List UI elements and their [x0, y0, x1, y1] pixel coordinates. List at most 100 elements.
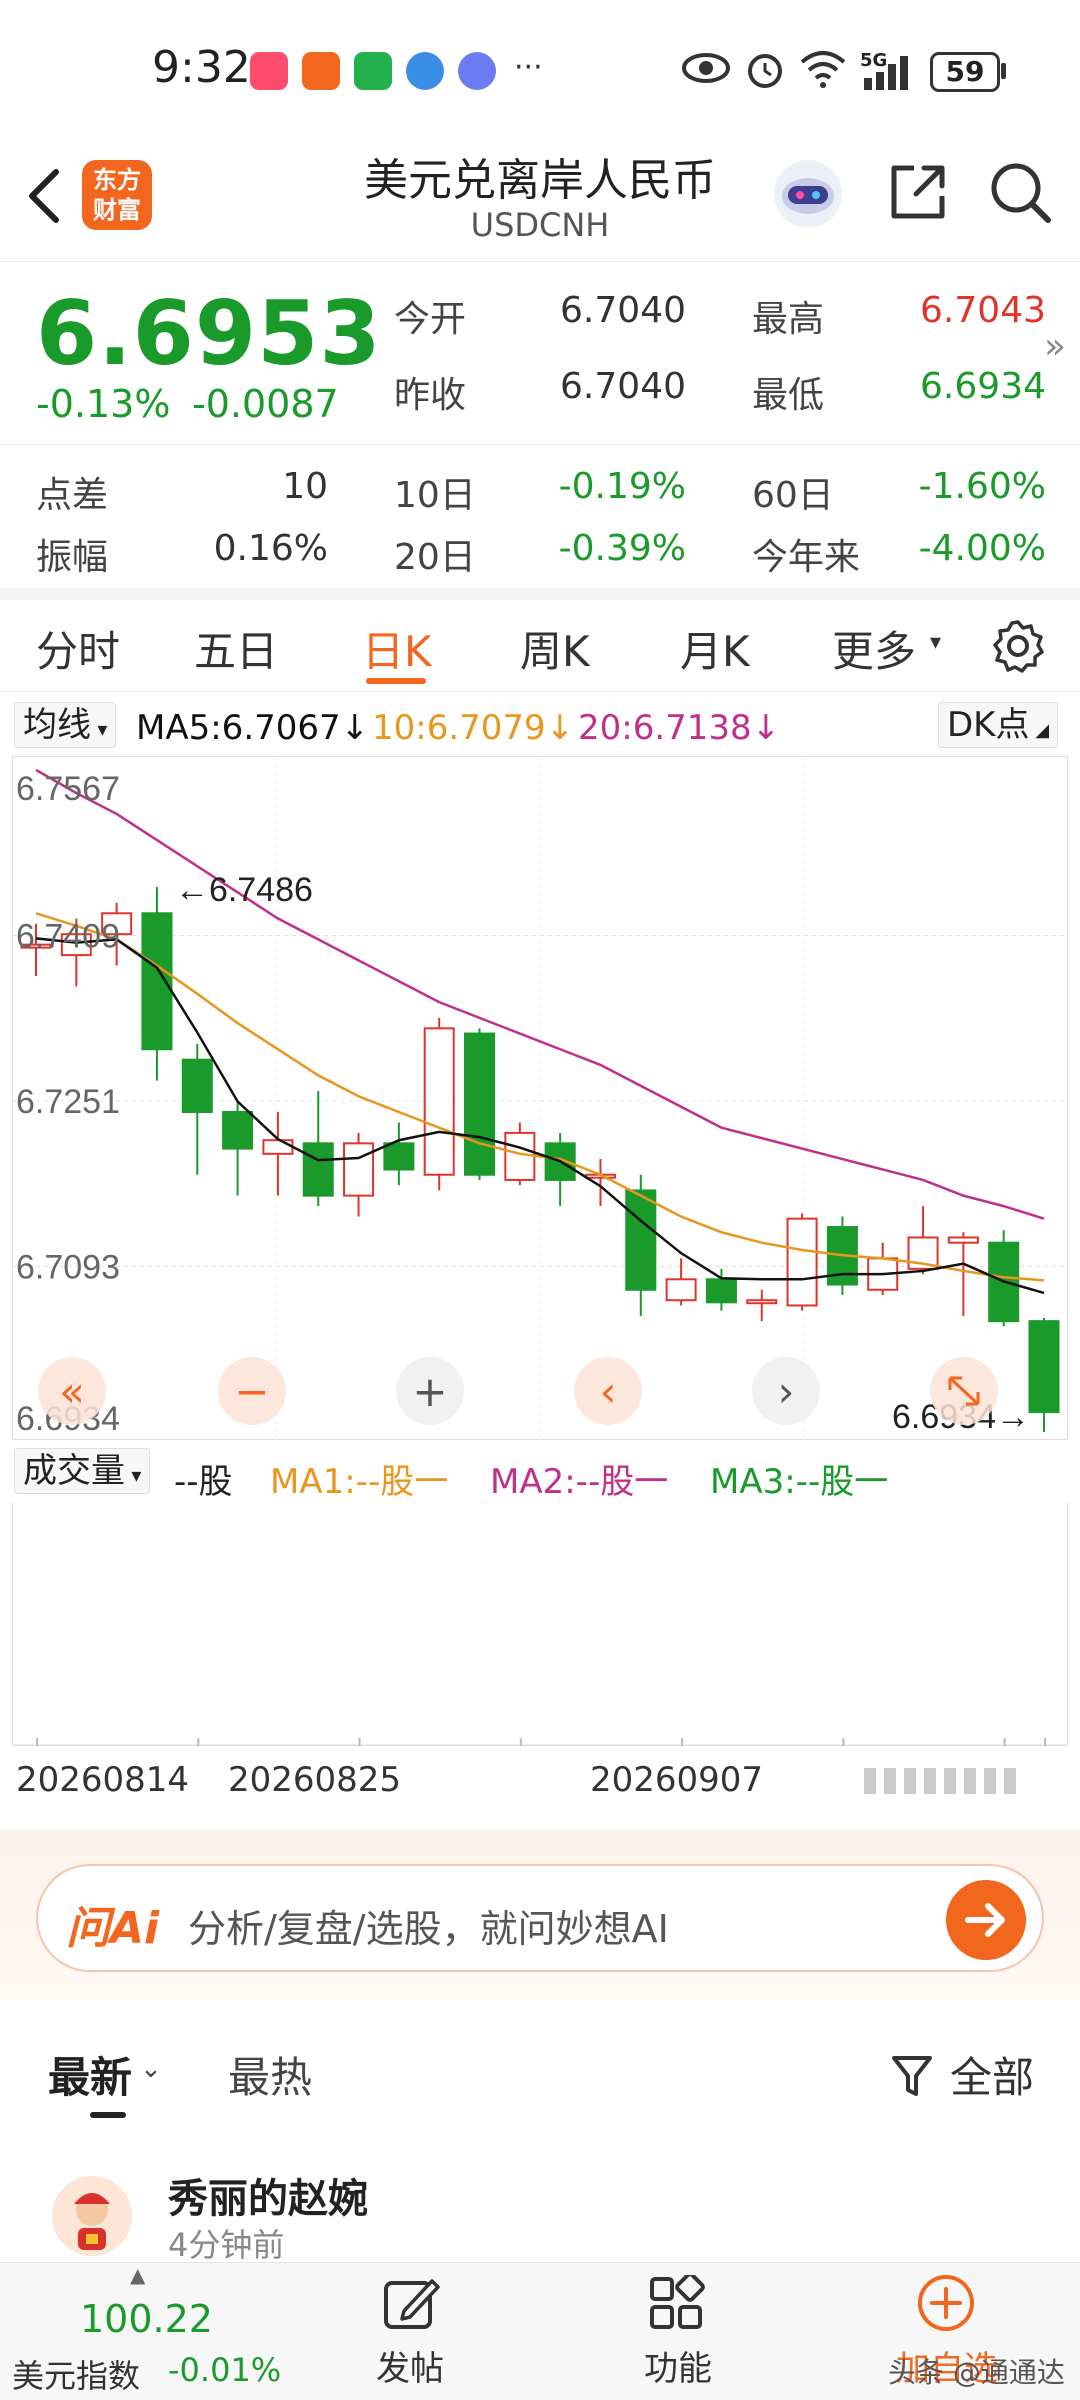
compose-icon[interactable] — [382, 2275, 440, 2333]
nav-function[interactable]: 功能 — [644, 2341, 712, 2390]
volume-chart-area — [12, 1502, 1068, 1746]
more-notifications-icon: ··· — [514, 50, 543, 85]
low-value: 6.6934 — [920, 366, 1046, 407]
post-author[interactable]: 秀丽的赵婉 — [168, 2166, 368, 2224]
battery-tip — [1001, 63, 1006, 79]
ma10-label: 10:6.7079↓ — [372, 708, 574, 748]
tab-weekly-k[interactable]: 周K — [520, 618, 590, 679]
post-item[interactable]: 秀丽的赵婉 4分钟前 — [0, 2150, 1080, 2264]
ai-placeholder: 分析/复盘/选股，就问妙想AI — [188, 1907, 669, 1951]
last-price: 6.6953 — [36, 282, 382, 385]
volume-selector[interactable]: 成交量 ▾ — [14, 1448, 151, 1494]
quote-separator — [0, 444, 1080, 445]
ai-logo: 问Ai — [66, 1903, 160, 1954]
candle-up — [504, 1131, 536, 1181]
tab-five-day[interactable]: 五日 — [194, 618, 278, 679]
open-label: 今开 — [394, 299, 467, 340]
scroll-indicator-icon — [864, 1768, 1016, 1794]
ma10-value: 10:6.7079 — [372, 708, 546, 748]
chart-control-glyph: + — [412, 1367, 447, 1416]
ma-selector-label: 均线 — [23, 705, 91, 745]
filter-all[interactable]: 全部 — [950, 2044, 1034, 2105]
volume-ma3: MA3:--股一 — [710, 1462, 889, 1502]
ai-search-input[interactable]: 问Ai 分析/复盘/选股，就问妙想AI — [36, 1864, 1044, 1972]
dk-point-button[interactable]: DK点 ◢ — [938, 702, 1059, 748]
status-bar: 9:32 ··· 5G 59 — [0, 0, 1080, 130]
tab-intraday[interactable]: 分时 — [36, 618, 120, 679]
nav-post[interactable]: 发帖 — [376, 2341, 444, 2390]
amplitude-value: 0.16% — [213, 528, 328, 569]
chart-control-glyph: ‹ — [600, 1367, 617, 1416]
bottom-nav: ▲ 100.22 美元指数 -0.01% 发帖 功能 加自选 头条 @通通达 — [0, 2262, 1080, 2400]
index-value[interactable]: 100.22 — [80, 2297, 213, 2341]
settings-gear-icon[interactable] — [990, 618, 1046, 674]
chart-frame — [12, 756, 1068, 1440]
change-percent: -0.13% — [36, 382, 171, 426]
index-name[interactable]: 美元指数 — [12, 2351, 140, 2397]
feed-tabs: 最新 ⌄ 最热 全部 — [0, 2030, 1080, 2140]
volume-selector-caret-icon: ▾ — [125, 1463, 142, 1487]
eye-icon — [682, 53, 730, 83]
date-axis: 20260814 20260825 20260907 — [0, 1760, 1080, 1810]
chart-control-button[interactable]: « — [38, 1357, 106, 1425]
candle-up — [786, 1217, 818, 1307]
assistant-avatar-icon[interactable] — [770, 156, 846, 232]
spread-value: 10 — [282, 466, 328, 507]
grid-function-icon[interactable] — [648, 2275, 706, 2333]
volume-unit: --股 — [174, 1462, 233, 1502]
feed-tab-indicator — [90, 2112, 126, 2118]
chart-control-button[interactable]: › — [752, 1357, 820, 1425]
add-circle-icon[interactable] — [916, 2273, 976, 2333]
filter-icon[interactable] — [890, 2052, 934, 2100]
ytd-label: 今年来 — [752, 537, 861, 578]
tab-hot[interactable]: 最热 — [228, 2044, 312, 2105]
search-icon[interactable] — [988, 160, 1054, 226]
volume-ma2: MA2:--股一 — [490, 1462, 669, 1502]
chart-control-button[interactable]: − — [218, 1357, 286, 1425]
candle-down — [625, 1189, 657, 1291]
chart-control-glyph: − — [234, 1367, 269, 1416]
y-tick-label: 6.7567 — [16, 770, 120, 808]
alarm-icon — [748, 54, 782, 88]
more-dropdown-icon: ▾ — [930, 630, 942, 655]
music-icon — [458, 52, 496, 90]
candle-down — [1028, 1320, 1060, 1414]
battery-indicator: 59 — [930, 52, 1000, 92]
ytd-value: -4.00% — [918, 528, 1046, 569]
chart-control-button[interactable]: ‹ — [574, 1357, 642, 1425]
chart-control-button[interactable]: + — [396, 1357, 464, 1425]
y-tick-label: 6.7093 — [16, 1249, 120, 1287]
ma5-value: MA5:6.7067 — [136, 708, 341, 748]
candle-down — [705, 1278, 737, 1304]
ma20-down-arrow-icon: ↓ — [751, 708, 781, 748]
change-amount: -0.0087 — [192, 382, 339, 426]
d10-label: 10日 — [394, 475, 476, 516]
candle-down — [222, 1110, 254, 1150]
ma-selector-caret-icon: ▾ — [91, 717, 108, 741]
share-icon[interactable] — [886, 160, 950, 224]
ma-selector[interactable]: 均线 ▾ — [14, 702, 117, 748]
open-value: 6.7040 — [560, 290, 686, 331]
dk-point-label: DK点 — [947, 705, 1030, 745]
ma-legend: 均线 ▾ MA5:6.7067↓ 10:6.7079↓ 20:6.7138↓ D… — [0, 700, 1080, 752]
avatar[interactable] — [52, 2176, 132, 2256]
fullscreen-button[interactable] — [930, 1357, 998, 1425]
candle-down — [141, 912, 173, 1051]
candlestick-chart[interactable]: 6.75676.74096.72516.70936.6934 ←6.74866.… — [12, 756, 1068, 1440]
ma10-down-arrow-icon: ↓ — [545, 708, 575, 748]
arrow-right-icon[interactable] — [946, 1880, 1026, 1960]
expand-icon[interactable]: » — [1044, 326, 1066, 367]
tab-more[interactable]: 更多 — [832, 618, 916, 679]
prev-close-label: 昨收 — [394, 375, 467, 416]
candle-down — [464, 1032, 496, 1176]
tab-monthly-k[interactable]: 月K — [680, 618, 750, 679]
ma20-value: 20:6.7138 — [578, 708, 752, 748]
d60-label: 60日 — [752, 475, 834, 516]
header: 东方 财富 美元兑离岸人民币 USDCNH — [0, 130, 1080, 262]
ma20-label: 20:6.7138↓ — [578, 708, 780, 748]
tab-daily-k[interactable]: 日K — [362, 618, 432, 679]
tab-latest[interactable]: 最新 — [48, 2044, 132, 2105]
candle-down — [181, 1058, 213, 1113]
volume-axis — [13, 1738, 1067, 1746]
post-time: 4分钟前 — [168, 2226, 285, 2264]
